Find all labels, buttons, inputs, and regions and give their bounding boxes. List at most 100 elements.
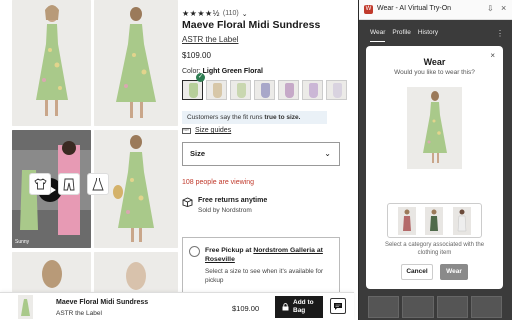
fit-note-strong: true to size. bbox=[264, 114, 301, 121]
size-guides-label: Size guides bbox=[195, 127, 232, 134]
pickup-sub: Select a size to see when it's available… bbox=[205, 268, 324, 284]
returns-title: Free returns anytime bbox=[198, 197, 268, 204]
swatch-fill bbox=[237, 83, 246, 98]
check-icon: ✓ bbox=[196, 73, 205, 82]
color-value: Light Green Floral bbox=[202, 68, 263, 75]
dialog-actions: Cancel Wear bbox=[366, 264, 503, 280]
product-photo-front[interactable] bbox=[12, 0, 91, 126]
color-label: Color: Light Green Floral bbox=[182, 68, 263, 75]
model-1-illustration bbox=[397, 206, 416, 235]
fit-note-prefix: Customers say the fit runs bbox=[187, 114, 265, 121]
tab-profile[interactable]: Profile bbox=[392, 26, 410, 42]
product-title: Maeve Floral Midi Sundress bbox=[182, 19, 321, 31]
color-swatch[interactable] bbox=[182, 80, 203, 100]
dress-front-illustration bbox=[12, 0, 91, 126]
bottom-brand: ASTR the Label bbox=[56, 310, 102, 317]
sticky-add-bar: Maeve Floral Midi Sundress ASTR the Labe… bbox=[0, 292, 354, 320]
rating[interactable]: ★★★★½ (110) ⌄ bbox=[182, 9, 248, 18]
chat-icon[interactable] bbox=[330, 298, 346, 314]
category-dress-button[interactable] bbox=[87, 173, 109, 195]
tab-wear[interactable]: Wear bbox=[370, 26, 386, 42]
dialog-subtitle: Would you like to wear this? bbox=[394, 69, 475, 76]
color-swatch[interactable] bbox=[326, 80, 347, 100]
returns-sub: Sold by Nordstrom bbox=[198, 207, 252, 214]
model-options bbox=[387, 203, 482, 238]
dialog-hint: Select a category associated with the cl… bbox=[384, 242, 485, 256]
dress-icon bbox=[92, 178, 104, 191]
category-bottom-button[interactable] bbox=[58, 173, 80, 195]
color-swatch[interactable] bbox=[278, 80, 299, 100]
wear-button[interactable]: Wear bbox=[440, 264, 468, 280]
swatch-fill bbox=[213, 83, 222, 98]
dialog-title: Wear bbox=[423, 57, 446, 67]
fit-note: Customers say the fit runs true to size. bbox=[182, 111, 327, 124]
thumbnail-illustration bbox=[18, 295, 33, 319]
category-options bbox=[29, 173, 109, 195]
swatch-fill bbox=[309, 83, 318, 98]
close-icon[interactable]: × bbox=[501, 3, 506, 13]
pin-icon[interactable]: ⇩ bbox=[487, 4, 494, 13]
returns-info: Free returns anytime Sold by Nordstrom bbox=[182, 197, 267, 214]
add-to-bag-label: Add to Bag bbox=[293, 299, 314, 314]
history-tile bbox=[368, 296, 400, 318]
swatch-fill bbox=[189, 83, 198, 98]
rating-stars: ★★★★½ bbox=[182, 9, 220, 18]
product-price: $109.00 bbox=[182, 51, 211, 60]
viewing-count: 108 people are viewing bbox=[182, 179, 254, 186]
panel-title: Wear - AI Virtual Try-On bbox=[377, 5, 452, 12]
add-to-bag-button[interactable]: Add to Bag bbox=[275, 296, 323, 318]
panel-background-tiles bbox=[368, 296, 502, 318]
history-tile bbox=[402, 296, 434, 318]
color-swatches bbox=[182, 80, 347, 100]
video-caption: Sunny bbox=[15, 239, 30, 245]
color-swatch[interactable] bbox=[302, 80, 323, 100]
color-swatch[interactable] bbox=[206, 80, 227, 100]
size-guides-link[interactable]: Size guides bbox=[182, 127, 231, 134]
dialog-dress-illustration bbox=[407, 87, 462, 169]
size-dropdown-label: Size bbox=[190, 149, 206, 158]
pickup-radio[interactable] bbox=[189, 246, 200, 257]
product-photo-back[interactable] bbox=[94, 0, 178, 126]
brand-link[interactable]: ASTR the Label bbox=[182, 35, 238, 44]
swatch-fill bbox=[333, 83, 342, 98]
product-gallery: Sunny bbox=[12, 0, 178, 292]
history-tile bbox=[470, 296, 502, 318]
bottom-product-name: Maeve Floral Midi Sundress bbox=[56, 299, 149, 306]
rating-count: (110) bbox=[222, 10, 239, 17]
tab-history[interactable]: History bbox=[418, 26, 438, 42]
app-logo-icon: W bbox=[364, 5, 373, 14]
swatch-fill bbox=[285, 83, 294, 98]
box-return-icon bbox=[182, 197, 193, 207]
model-2-illustration bbox=[425, 206, 444, 235]
lock-icon bbox=[282, 303, 289, 311]
shirt-icon bbox=[33, 178, 47, 190]
model-option-1[interactable] bbox=[397, 206, 416, 235]
bottom-price: $109.00 bbox=[232, 304, 260, 313]
color-swatch[interactable] bbox=[230, 80, 251, 100]
model-option-2[interactable] bbox=[425, 206, 444, 235]
category-top-button[interactable] bbox=[29, 173, 51, 195]
ruler-icon bbox=[182, 127, 191, 134]
cancel-button[interactable]: Cancel bbox=[401, 264, 433, 280]
dialog-product-image bbox=[407, 87, 462, 169]
model-3-illustration bbox=[453, 206, 472, 235]
chat-bubble-icon bbox=[334, 302, 342, 310]
closeup-illustration bbox=[12, 252, 91, 292]
panel-titlebar: W Wear - AI Virtual Try-On ⇩ × bbox=[359, 0, 512, 20]
product-photo-detail[interactable] bbox=[94, 252, 178, 292]
pickup-title: Free Pickup at Nordstrom Galleria at Ros… bbox=[205, 246, 333, 264]
pickup-title-prefix: Free Pickup at bbox=[205, 247, 254, 254]
model-option-3[interactable] bbox=[453, 206, 472, 235]
color-swatch[interactable] bbox=[254, 80, 275, 100]
product-photo-closeup[interactable] bbox=[12, 252, 91, 292]
page: Sunny ★★★★½ (110) ⌄ Maeve Floral Midi Su… bbox=[0, 0, 512, 320]
size-dropdown[interactable]: Size ⌄ bbox=[182, 142, 340, 166]
swatch-fill bbox=[261, 83, 270, 98]
chevron-down-icon: ⌄ bbox=[241, 10, 248, 18]
pickup-option[interactable]: Free Pickup at Nordstrom Galleria at Ros… bbox=[182, 237, 340, 293]
product-details: ★★★★½ (110) ⌄ Maeve Floral Midi Sundress… bbox=[182, 0, 352, 293]
more-vertical-icon[interactable]: ⋮ bbox=[496, 29, 504, 38]
panel-nav: Wear Profile History bbox=[359, 26, 512, 42]
pants-icon bbox=[63, 178, 75, 190]
chevron-down-icon: ⌄ bbox=[324, 149, 331, 158]
